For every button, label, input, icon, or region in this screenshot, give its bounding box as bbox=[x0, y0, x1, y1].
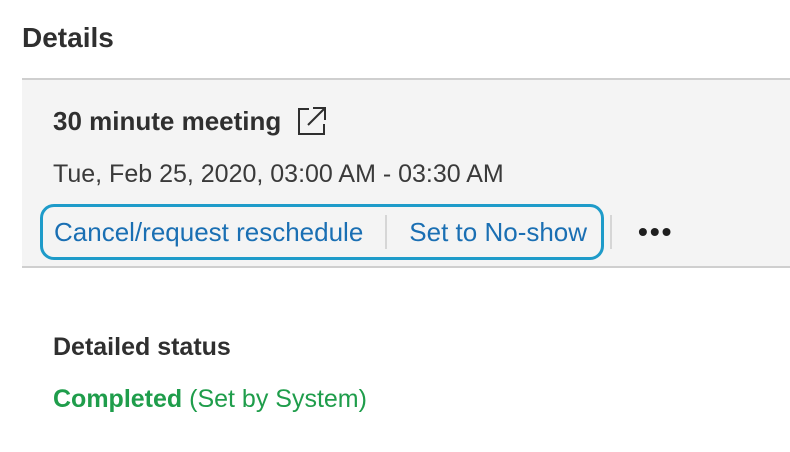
meeting-title-row: 30 minute meeting bbox=[53, 104, 329, 138]
detailed-status-label: Detailed status bbox=[53, 333, 231, 361]
cancel-reschedule-link[interactable]: Cancel/request reschedule bbox=[54, 217, 363, 248]
divider bbox=[610, 215, 613, 249]
meeting-card: 30 minute meeting Tue, Feb 25, 2020, 03:… bbox=[22, 78, 790, 268]
external-link-icon[interactable] bbox=[295, 104, 329, 138]
status-line: Completed (Set by System) bbox=[53, 385, 367, 414]
status-note: (Set by System) bbox=[182, 385, 367, 413]
action-bar: Cancel/request reschedule Set to No-show… bbox=[40, 204, 673, 260]
meeting-title: 30 minute meeting bbox=[53, 105, 282, 136]
set-no-show-link[interactable]: Set to No-show bbox=[409, 217, 587, 248]
divider bbox=[385, 215, 388, 249]
section-title: Details bbox=[22, 22, 114, 53]
more-options-icon[interactable]: ••• bbox=[638, 218, 673, 246]
action-group-focused: Cancel/request reschedule Set to No-show bbox=[40, 204, 605, 260]
status-value: Completed bbox=[53, 385, 183, 413]
meeting-time: Tue, Feb 25, 2020, 03:00 AM - 03:30 AM bbox=[53, 160, 504, 188]
